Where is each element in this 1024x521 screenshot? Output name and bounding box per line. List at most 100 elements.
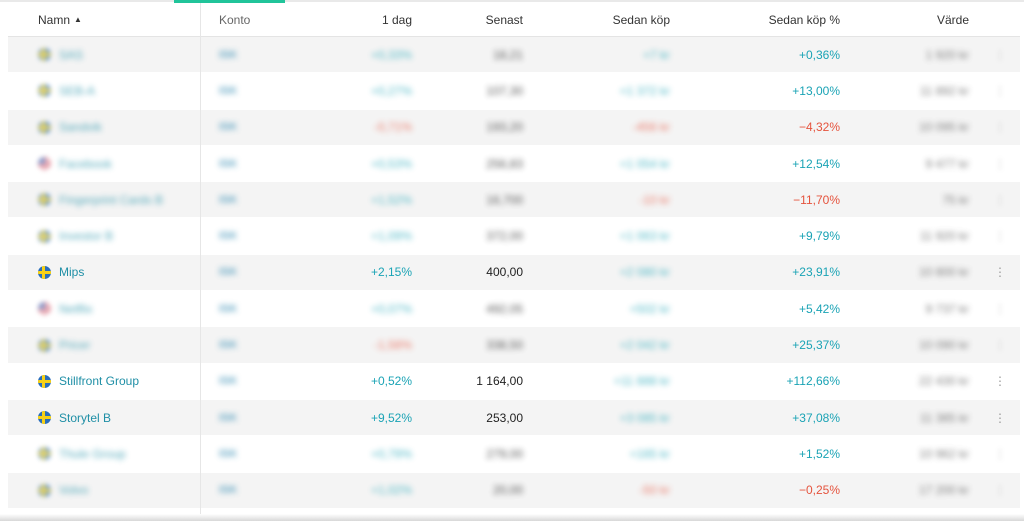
holding-name-cell[interactable]: Pricer xyxy=(38,327,208,362)
since-purchase-cell: +1 372 kr xyxy=(528,73,670,108)
holding-name-cell[interactable]: Sandvik xyxy=(38,110,208,145)
row-menu-button[interactable]: ⋮ xyxy=(993,218,1007,253)
since-purchase-value: +1 063 kr xyxy=(619,229,670,244)
holding-name-cell[interactable]: Storytel B xyxy=(38,400,208,435)
column-header-sedan-kop-pct[interactable]: Sedan köp % xyxy=(678,3,840,36)
table-row[interactable]: Sandvik ISK -0,71% 193,20 -456 kr −4,32% 10 09… xyxy=(8,109,1020,146)
konto-value: ISK xyxy=(219,411,238,424)
table-row[interactable]: Stillfront Group ISK +0,52% 1 164,00 +11 888… xyxy=(8,364,1020,400)
table-row[interactable]: Fingerprint Cards B ISK +1,52% 16,700 -10 kr… xyxy=(8,182,1020,219)
row-menu-button[interactable]: ⋮ xyxy=(993,327,1007,362)
row-menu-button[interactable]: ⋮ xyxy=(993,110,1007,145)
value-cell: 9 737 kr xyxy=(848,291,969,326)
since-purchase-pct-cell: −11,70% xyxy=(678,182,840,217)
row-menu-button[interactable]: ⋮ xyxy=(993,182,1007,217)
last-price-value: 279,00 xyxy=(486,446,523,461)
row-menu-button[interactable]: ⋮ xyxy=(993,73,1007,108)
more-vertical-icon: ⋮ xyxy=(994,301,1006,316)
konto-cell: ISK xyxy=(219,218,299,253)
sweden-flag-icon xyxy=(38,447,51,461)
last-price-value: 1 164,00 xyxy=(476,374,523,389)
holding-name[interactable]: Investor B xyxy=(59,229,113,243)
table-row[interactable]: Investor B ISK +1,09% 372,00 +1 063 kr +9,79%… xyxy=(8,218,1020,255)
holding-name-cell[interactable]: Mips xyxy=(38,255,208,290)
holding-name[interactable]: Sandvik xyxy=(59,120,102,134)
column-header-sedan-kop[interactable]: Sedan köp xyxy=(528,3,670,36)
since-purchase-pct-value: +37,08% xyxy=(792,410,840,425)
holding-name[interactable]: Netflix xyxy=(59,302,92,316)
column-header-konto[interactable]: Konto xyxy=(219,3,299,36)
row-menu-button[interactable]: ⋮ xyxy=(993,473,1007,508)
holding-name-cell[interactable]: Stillfront Group xyxy=(38,364,208,399)
table-row[interactable]: Netflix ISK +0,07% 492,05 +502 kr +5,42% 9 737… xyxy=(8,291,1020,328)
row-menu-button[interactable]: ⋮ xyxy=(993,436,1007,471)
since-purchase-pct-cell: +1,52% xyxy=(678,436,840,471)
value-cell: 10 095 kr xyxy=(848,110,969,145)
table-row[interactable]: Volvo ISK +1,02% 20,00 -50 kr −0,25% 17 200 kr… xyxy=(8,472,1020,509)
holding-name[interactable]: Fingerprint Cards B xyxy=(59,193,163,207)
table-row[interactable]: Pricer ISK -1,58% 338,50 +2 042 kr +25,37% 10 … xyxy=(8,327,1020,364)
row-menu-button[interactable]: ⋮ xyxy=(993,37,1007,72)
holding-name[interactable]: Mips xyxy=(59,265,84,279)
konto-value: ISK xyxy=(219,447,238,460)
holding-name-cell[interactable]: Fingerprint Cards B xyxy=(38,182,208,217)
day-change-value: +1,09% xyxy=(370,229,412,244)
last-price-cell: 18,21 xyxy=(418,37,523,72)
since-purchase-pct-value: +23,91% xyxy=(792,265,840,280)
table-row[interactable]: Mips ISK +2,15% 400,00 +2 080 kr +23,91% 10 80… xyxy=(8,254,1020,292)
holding-name[interactable]: Volvo xyxy=(59,483,88,497)
table-row[interactable]: SAS ISK +0,33% 18,21 +7 kr +0,36% 1 920 kr ⋮ xyxy=(8,37,1020,74)
holding-name-cell[interactable]: Netflix xyxy=(38,291,208,326)
day-change-value: +1,02% xyxy=(370,483,412,498)
holding-name[interactable]: SEB-A xyxy=(59,84,95,98)
table-row[interactable]: Thule Group ISK +0,79% 279,00 +165 kr +1,52% 1… xyxy=(8,436,1020,473)
column-header-varde[interactable]: Värde xyxy=(848,3,969,36)
holding-name-cell[interactable]: Volvo xyxy=(38,473,208,508)
konto-value: ISK xyxy=(219,375,238,388)
table-row[interactable]: Facebook ISK +0,53% 256,83 +1 054 kr +12,54% 9… xyxy=(8,146,1020,183)
since-purchase-pct-cell: +12,54% xyxy=(678,146,840,181)
konto-cell: ISK xyxy=(219,327,299,362)
value-amount: 22 430 kr xyxy=(918,374,969,389)
holding-name-cell[interactable]: SEB-A xyxy=(38,73,208,108)
holding-name[interactable]: SAS xyxy=(59,48,83,62)
since-purchase-cell: +502 kr xyxy=(528,291,670,326)
column-header-1-dag[interactable]: 1 dag xyxy=(308,3,412,36)
since-purchase-pct-cell: +112,66% xyxy=(678,364,841,399)
day-change-value: +0,07% xyxy=(370,301,412,316)
sweden-flag-icon xyxy=(38,48,51,62)
since-purchase-pct-value: +9,79% xyxy=(798,229,840,244)
holding-name-cell[interactable]: Thule Group xyxy=(38,436,208,471)
since-purchase-pct-cell: +37,08% xyxy=(678,400,840,435)
holdings-table: Namn ▲ Konto 1 dag Senast Sedan köp Seda… xyxy=(8,3,1020,509)
table-row[interactable]: SEB-A ISK +0,27% 107,30 +1 372 kr +13,00% 11 8… xyxy=(8,73,1020,110)
last-price-cell: 338,50 xyxy=(418,327,523,362)
sweden-flag-icon xyxy=(38,374,51,388)
row-menu-button[interactable]: ⋮ xyxy=(993,255,1007,290)
holding-name[interactable]: Storytel B xyxy=(59,411,111,425)
holding-name[interactable]: Thule Group xyxy=(59,447,126,461)
holding-name-cell[interactable]: SAS xyxy=(38,37,208,72)
holding-name[interactable]: Facebook xyxy=(59,157,112,171)
sweden-flag-icon xyxy=(38,411,51,425)
table-row[interactable]: Storytel B ISK +9,52% 253,00 +3 085 kr +37,08… xyxy=(8,399,1020,437)
more-vertical-icon: ⋮ xyxy=(994,83,1006,98)
row-menu-button[interactable]: ⋮ xyxy=(993,400,1007,435)
holding-name-cell[interactable]: Facebook xyxy=(38,146,208,181)
row-menu-button[interactable]: ⋮ xyxy=(993,291,1007,326)
row-menu-button[interactable]: ⋮ xyxy=(993,364,1007,399)
value-cell: 75 kr xyxy=(848,182,969,217)
holding-name-cell[interactable]: Investor B xyxy=(38,218,208,253)
column-header-senast[interactable]: Senast xyxy=(418,3,523,36)
row-menu-button[interactable]: ⋮ xyxy=(993,146,1007,181)
value-cell: 11 892 kr xyxy=(848,73,969,108)
last-price-cell: 372,00 xyxy=(418,218,523,253)
value-cell: 11 385 kr xyxy=(848,400,969,435)
since-purchase-pct-value: −4,32% xyxy=(798,120,840,135)
holding-name[interactable]: Stillfront Group xyxy=(59,374,139,388)
holding-name[interactable]: Pricer xyxy=(59,338,90,352)
column-header-name[interactable]: Namn ▲ xyxy=(38,3,208,36)
top-border xyxy=(0,0,1024,2)
last-price-cell: 16,700 xyxy=(418,182,523,217)
last-price-cell: 256,83 xyxy=(418,146,523,181)
